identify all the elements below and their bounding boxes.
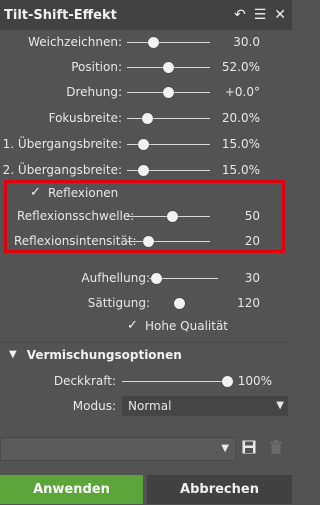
slider-drehung: Drehung: +0.0°	[0, 82, 292, 102]
slider-position: Position: 52.0%	[0, 57, 292, 77]
slider-knob[interactable]	[174, 298, 185, 309]
slider-value[interactable]: 15.0%	[222, 137, 260, 151]
panel-title-bar: Tilt-Shift-Effekt ↶ ☰ ✕	[0, 0, 292, 30]
panel-title: Tilt-Shift-Effekt	[4, 7, 117, 23]
slider-knob[interactable]	[222, 376, 233, 387]
trash-icon	[270, 440, 282, 454]
slider-knob[interactable]	[138, 139, 149, 150]
slider-knob[interactable]	[143, 236, 154, 247]
slider-knob[interactable]	[163, 62, 174, 73]
reflexionen-checkbox[interactable]: ✓ Reflexionen	[30, 185, 118, 200]
slider-label: 1. Übergangsbreite:	[2, 137, 122, 151]
slider-value[interactable]: 100%	[238, 374, 272, 388]
slider-uebergangsbreite-2: 2. Übergangsbreite: 15.0%	[0, 160, 292, 180]
slider-knob[interactable]	[163, 87, 174, 98]
slider-track[interactable]	[127, 118, 210, 119]
slider-label: Aufhellung:	[81, 271, 150, 285]
slider-reflexionsintensitaet: Reflexionsintensität: 20	[0, 231, 292, 251]
slider-aufhellung: Aufhellung: 30	[0, 268, 292, 288]
apply-button[interactable]: Anwenden	[0, 475, 143, 504]
slider-deckkraft: Deckkraft: 100%	[0, 371, 292, 391]
slider-reflexionsschwelle: Reflexionsschwelle: 50	[0, 206, 292, 226]
slider-knob[interactable]	[148, 37, 159, 48]
mode-label: Modus:	[72, 399, 116, 413]
slider-value[interactable]: 30	[245, 271, 260, 285]
menu-icon[interactable]: ☰	[254, 8, 267, 22]
checkmark-icon: ✓	[127, 318, 138, 333]
section-title: Vermischungsoptionen	[26, 347, 182, 362]
slider-label: Position:	[71, 60, 122, 74]
slider-fokusbreite: Fokusbreite: 20.0%	[0, 108, 292, 128]
slider-track[interactable]	[122, 381, 231, 382]
slider-weichzeichnen: Weichzeichnen: 30.0	[0, 32, 292, 52]
section-vermischungsoptionen[interactable]: ▼ Vermischungsoptionen	[0, 342, 292, 366]
slider-label: 2. Übergangsbreite:	[2, 163, 122, 177]
slider-label: Sättigung:	[87, 296, 150, 310]
slider-value[interactable]: 30.0	[233, 35, 260, 49]
collapse-triangle-icon: ▼	[9, 349, 17, 360]
slider-label: Reflexionsintensität:	[14, 234, 137, 248]
slider-value[interactable]: 120	[237, 296, 260, 310]
slider-value[interactable]: 15.0%	[222, 163, 260, 177]
slider-saettigung: Sättigung: 120	[0, 293, 292, 313]
hohe-qualitaet-checkbox[interactable]: ✓ Hohe Qualität	[127, 318, 228, 333]
save-icon[interactable]	[242, 440, 256, 454]
checkmark-icon: ✓	[30, 185, 41, 200]
slider-label: Deckkraft:	[53, 374, 116, 388]
slider-label: Drehung:	[66, 85, 122, 99]
slider-knob[interactable]	[138, 165, 149, 176]
slider-value[interactable]: +0.0°	[225, 85, 260, 99]
slider-knob[interactable]	[167, 211, 178, 222]
cancel-button[interactable]: Abbrechen	[147, 475, 292, 504]
slider-value[interactable]: 20.0%	[222, 111, 260, 125]
slider-track[interactable]	[127, 42, 210, 43]
preset-select[interactable]: ▼	[0, 437, 236, 461]
mode-select-value: Normal	[128, 399, 172, 413]
title-icons: ↶ ☰ ✕	[234, 0, 286, 30]
slider-knob[interactable]	[151, 273, 162, 284]
slider-label: Reflexionsschwelle:	[17, 209, 135, 223]
chevron-down-icon: ▼	[221, 443, 229, 454]
slider-track[interactable]	[127, 241, 210, 242]
slider-uebergangsbreite-1: 1. Übergangsbreite: 15.0%	[0, 134, 292, 154]
slider-value[interactable]: 50	[245, 209, 260, 223]
reset-icon[interactable]: ↶	[234, 8, 246, 22]
slider-knob[interactable]	[142, 113, 153, 124]
mode-select[interactable]: Normal ▼	[122, 396, 288, 416]
hohe-qualitaet-label: Hohe Qualität	[145, 318, 229, 333]
chevron-down-icon: ▼	[276, 400, 284, 411]
reflexionen-label: Reflexionen	[48, 185, 119, 200]
slider-value[interactable]: 52.0%	[222, 60, 260, 74]
slider-label: Fokusbreite:	[48, 111, 122, 125]
slider-value[interactable]: 20	[245, 234, 260, 248]
slider-label: Weichzeichnen:	[28, 35, 122, 49]
close-icon[interactable]: ✕	[274, 8, 286, 22]
